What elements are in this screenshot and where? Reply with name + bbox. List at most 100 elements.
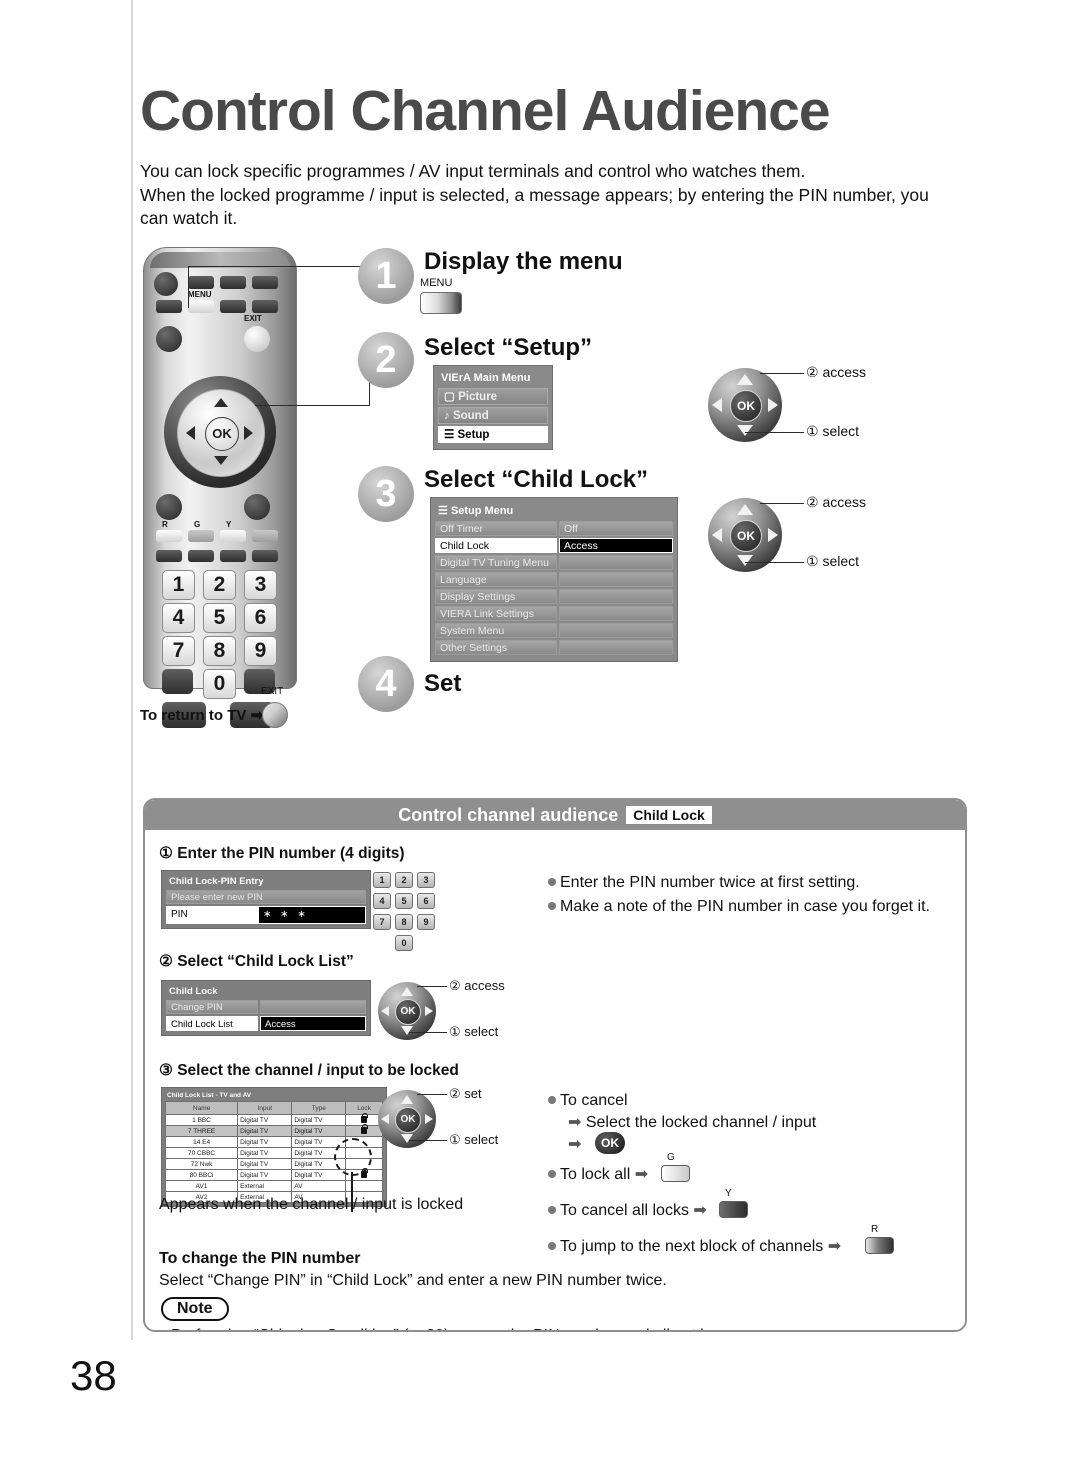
remote-button-e3 bbox=[220, 550, 246, 562]
setup-value-viera-link bbox=[559, 606, 673, 621]
panel-item-1-bullet-2-text: Make a note of the PIN number in case yo… bbox=[560, 898, 930, 915]
table-row[interactable]: 1 BBC Digital TV Digital TV bbox=[164, 1112, 383, 1126]
setup-menu-osd: ☰ Setup Menu Off Timer Off Child Lock Ac… bbox=[430, 497, 678, 662]
setup-value-off-timer: Off bbox=[559, 521, 673, 536]
table-row[interactable]: AV1 External AV bbox=[164, 1180, 383, 1192]
to-cancel-all-locks-text: To cancel all locks bbox=[560, 1202, 689, 1219]
arrow-right-icon: ➡ bbox=[634, 1166, 649, 1183]
leader-line-step2 bbox=[255, 405, 370, 406]
keypad-key-2: 2 bbox=[395, 872, 413, 888]
navpad-down-icon bbox=[737, 425, 753, 436]
remote-dpad: OK bbox=[164, 376, 276, 488]
row-input: External bbox=[237, 1180, 293, 1192]
child-lock-row-child-lock-list[interactable]: Child Lock List Access bbox=[166, 1016, 366, 1031]
remote-colour-key-yellow bbox=[220, 530, 246, 542]
remote-key-left-blank bbox=[162, 669, 193, 694]
main-menu-row-picture[interactable]: ▢ Picture bbox=[438, 388, 548, 405]
setup-row-child-lock[interactable]: Child Lock Access bbox=[435, 538, 673, 553]
panel-item-3-set-leader bbox=[417, 1094, 447, 1095]
to-cancel-step-1-text: Select the locked channel / input bbox=[585, 1114, 817, 1131]
list-icon: ☰ bbox=[438, 505, 448, 517]
setup-row-viera-link[interactable]: VIERA Link Settings bbox=[435, 606, 673, 621]
row-name: 70 CBBC bbox=[164, 1147, 239, 1159]
navpad-down-icon bbox=[401, 1134, 413, 1143]
picture-icon: ▢ bbox=[444, 391, 455, 403]
channel-col-type: Type bbox=[291, 1101, 347, 1115]
child-lock-value-change-pin bbox=[260, 1000, 366, 1014]
row-type: Digital TV bbox=[291, 1125, 347, 1137]
green-key-icon bbox=[661, 1165, 690, 1182]
main-menu-row-setup[interactable]: ☰ Setup bbox=[438, 426, 548, 443]
row-name: 72 Nwk bbox=[164, 1158, 239, 1170]
navpad-ok-button[interactable]: OK bbox=[395, 1107, 421, 1133]
navpad-ok-button[interactable]: OK bbox=[730, 390, 762, 422]
setup-row-other-settings[interactable]: Other Settings bbox=[435, 640, 673, 655]
pin-entry-dialog: Child Lock-PIN Entry Please enter new PI… bbox=[161, 870, 371, 929]
setup-row-off-timer[interactable]: Off Timer Off bbox=[435, 521, 673, 536]
lock-highlight-circle bbox=[334, 1138, 372, 1176]
remote-button-a3 bbox=[252, 276, 278, 289]
main-menu-row-sound[interactable]: ♪ Sound bbox=[438, 407, 548, 424]
left-arrow-icon bbox=[186, 426, 195, 440]
setup-row-language[interactable]: Language bbox=[435, 572, 673, 587]
setup-label-display-settings: Display Settings bbox=[435, 589, 557, 604]
step-3-navpad[interactable]: OK bbox=[708, 498, 782, 572]
navpad-left-icon bbox=[381, 1006, 389, 1016]
down-arrow-icon bbox=[214, 456, 228, 465]
child-lock-panel: Control channel audience Child Lock ① En… bbox=[143, 798, 967, 1332]
pin-dialog-title: Child Lock-PIN Entry bbox=[169, 876, 264, 887]
keypad-key-4: 4 bbox=[373, 893, 391, 909]
remote-menu-label: MENU bbox=[188, 290, 212, 299]
row-input: Digital TV bbox=[237, 1169, 293, 1181]
pin-field-label: PIN bbox=[167, 907, 259, 923]
setup-value-system-menu bbox=[559, 623, 673, 638]
setup-label-other-settings: Other Settings bbox=[435, 640, 557, 655]
remote-key-4: 4 bbox=[162, 603, 195, 633]
setup-label-language: Language bbox=[435, 572, 557, 587]
step-1-number: 1 bbox=[358, 248, 414, 304]
navpad-ok-button[interactable]: OK bbox=[730, 520, 762, 552]
panel-item-2-select-label: ① select bbox=[449, 1024, 499, 1039]
navpad-right-icon bbox=[425, 1114, 433, 1124]
table-row[interactable]: 7 THREE Digital TV Digital TV bbox=[164, 1123, 383, 1137]
keypad-key-9: 9 bbox=[417, 914, 435, 930]
to-lock-all: To lock all ➡ bbox=[548, 1164, 648, 1184]
row-name: 1 BBC bbox=[164, 1114, 239, 1126]
navpad-up-icon bbox=[401, 987, 413, 996]
to-jump-next-block-text: To jump to the next block of channels bbox=[560, 1238, 824, 1255]
remote-control-illustration: MENU EXIT OK R G Y 1 2 3 4 5 6 7 8 9 0 bbox=[143, 247, 297, 728]
panel-header-badge: Child Lock bbox=[626, 806, 712, 824]
panel-item-3-select-leader bbox=[409, 1140, 447, 1141]
to-jump-next-block: To jump to the next block of channels ➡ bbox=[548, 1236, 841, 1256]
setup-row-digital-tuning[interactable]: Digital TV Tuning Menu bbox=[435, 555, 673, 570]
note-text: Performing “Shipping Condition” (p. 39) … bbox=[159, 1327, 734, 1332]
setup-value-digital-tuning bbox=[559, 555, 673, 570]
row-name: 14 E4 bbox=[164, 1136, 239, 1148]
panel-item-3-heading: ③ Select the channel / input to be locke… bbox=[159, 1062, 459, 1079]
step-2-navpad[interactable]: OK bbox=[708, 368, 782, 442]
remote-power-button bbox=[154, 272, 178, 296]
remote-button-b3 bbox=[220, 300, 246, 313]
return-exit-button-icon bbox=[262, 702, 288, 728]
red-key-icon bbox=[865, 1237, 894, 1254]
remote-colour-key-blue bbox=[252, 530, 278, 542]
child-lock-value-list: Access bbox=[260, 1016, 366, 1031]
to-cancel-title-text: To cancel bbox=[560, 1092, 628, 1109]
remote-button-e4 bbox=[252, 550, 278, 562]
navpad-left-icon bbox=[712, 398, 722, 412]
setup-row-system-menu[interactable]: System Menu bbox=[435, 623, 673, 638]
navpad-up-icon bbox=[737, 374, 753, 385]
row-type: AV bbox=[291, 1180, 347, 1192]
note-badge: Note bbox=[161, 1297, 229, 1321]
bullet-dot-icon bbox=[159, 1331, 167, 1332]
navpad-up-icon bbox=[737, 504, 753, 515]
leader-line-step1-drop bbox=[188, 266, 189, 308]
navpad-ok-button[interactable]: OK bbox=[395, 999, 421, 1025]
pin-input-row[interactable]: PIN ∗ ∗ ∗ bbox=[166, 906, 366, 924]
step-2-number: 2 bbox=[358, 332, 414, 388]
keypad-key-0: 0 bbox=[395, 935, 413, 951]
colour-key-label-g: G bbox=[194, 520, 201, 529]
setup-menu-title: ☰ Setup Menu bbox=[435, 502, 673, 521]
setup-row-display-settings[interactable]: Display Settings bbox=[435, 589, 673, 604]
child-lock-row-change-pin[interactable]: Change PIN bbox=[166, 1000, 366, 1014]
